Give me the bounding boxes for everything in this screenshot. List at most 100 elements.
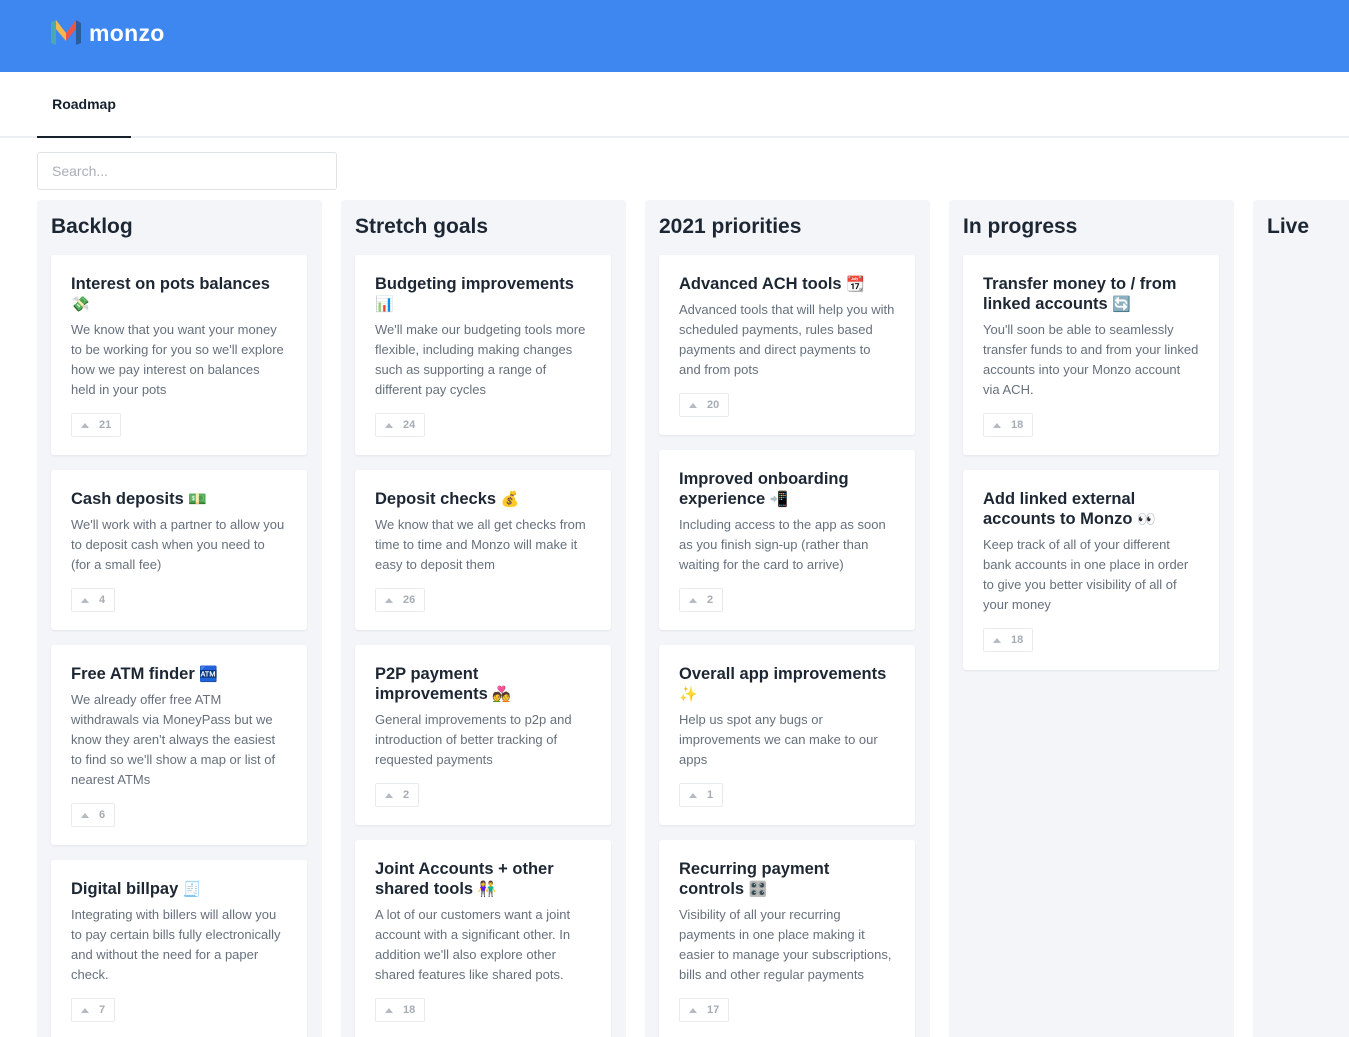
card-list: Transfer money to / from linked accounts…	[963, 255, 1219, 685]
upvote-button[interactable]: 6	[71, 803, 116, 827]
upvote-arrow-icon	[385, 792, 393, 798]
card-description: General improvements to p2p and introduc…	[375, 712, 572, 767]
card-emoji-icon: 📆	[846, 276, 865, 293]
card-description: Advanced tools that will help you with s…	[679, 302, 895, 377]
card-title-text: Add linked external accounts to Monzo	[983, 490, 1136, 528]
vote-count: 18	[1011, 419, 1024, 431]
card-emoji-icon: 📲	[769, 491, 789, 508]
card-emoji-icon: 🏧	[199, 666, 219, 683]
card-title-text: Deposit checks	[375, 490, 497, 508]
upvote-button[interactable]: 18	[983, 628, 1034, 652]
card-title: Digital billpay 🧾	[71, 879, 287, 900]
roadmap-board: Backlog Interest on pots balances 💸 We kno…	[37, 200, 1349, 1037]
card-title: Joint Accounts + other shared tools 👫	[375, 859, 591, 900]
column-in-progress: In progress Transfer money to / from link…	[949, 200, 1234, 1037]
card-list: Advanced ACH tools 📆 Advanced tools that …	[659, 255, 915, 1037]
upvote-arrow-icon	[993, 422, 1001, 428]
card-description: Help us spot any bugs or improvements we…	[679, 712, 878, 767]
roadmap-card[interactable]: P2P payment improvements 💑 General improv…	[355, 645, 611, 825]
card-title: P2P payment improvements 💑	[375, 664, 591, 705]
upvote-button[interactable]: 26	[375, 588, 426, 612]
upvote-button[interactable]: 20	[679, 393, 730, 417]
search-input[interactable]	[37, 152, 337, 190]
upvote-button[interactable]: 18	[375, 998, 426, 1022]
upvote-arrow-icon	[81, 597, 89, 603]
card-title-text: Overall app improvements	[679, 665, 887, 683]
card-emoji-icon: 💰	[500, 491, 520, 508]
upvote-arrow-icon	[385, 1007, 393, 1013]
vote-count: 6	[99, 809, 106, 821]
vote-count: 1	[707, 789, 714, 801]
card-title: Budgeting improvements 📊	[375, 274, 591, 315]
vote-count: 2	[403, 789, 410, 801]
card-emoji-icon: 🎛️	[748, 881, 768, 898]
card-description: We already offer free ATM withdrawals vi…	[71, 692, 276, 787]
card-title: Improved onboarding experience 📲	[679, 469, 895, 510]
roadmap-card[interactable]: Cash deposits 💵 We'll work with a partner…	[51, 470, 307, 630]
card-title-text: Advanced ACH tools	[679, 275, 842, 293]
column-backlog: Backlog Interest on pots balances 💸 We kno…	[37, 200, 322, 1037]
roadmap-card[interactable]: Deposit checks 💰 We know that we all get …	[355, 470, 611, 630]
card-title-text: P2P payment improvements	[375, 665, 488, 703]
monzo-m-icon	[51, 20, 81, 45]
vote-count: 4	[99, 594, 106, 606]
roadmap-card[interactable]: Digital billpay 🧾 Integrating with biller…	[51, 860, 307, 1037]
card-emoji-icon: 💸	[71, 296, 90, 313]
upvote-button[interactable]: 2	[375, 783, 420, 807]
card-title: Overall app improvements ✨	[679, 664, 895, 705]
card-description: We know that you want your money to be w…	[71, 322, 284, 397]
card-description: Including access to the app as soon as y…	[679, 517, 886, 572]
card-title: Interest on pots balances 💸	[71, 274, 287, 315]
roadmap-card[interactable]: Transfer money to / from linked accounts…	[963, 255, 1219, 455]
upvote-arrow-icon	[689, 597, 697, 603]
roadmap-card[interactable]: Free ATM finder 🏧 We already offer free A…	[51, 645, 307, 845]
card-title: Recurring payment controls 🎛️	[679, 859, 895, 900]
card-description: Keep track of all of your different bank…	[983, 537, 1189, 612]
roadmap-card[interactable]: Add linked external accounts to Monzo 👀 K…	[963, 470, 1219, 670]
card-title: Advanced ACH tools 📆	[679, 274, 895, 295]
upvote-button[interactable]: 7	[71, 998, 116, 1022]
tab-bar: Roadmap	[0, 72, 1349, 138]
vote-count: 17	[707, 1004, 720, 1016]
upvote-button[interactable]: 17	[679, 998, 730, 1022]
roadmap-card[interactable]: Budgeting improvements 📊 We'll make our b…	[355, 255, 611, 455]
card-emoji-icon: 💑	[492, 686, 512, 703]
card-description: You'll soon be able to seamlessly transf…	[983, 322, 1199, 397]
roadmap-card[interactable]: Recurring payment controls 🎛️ Visibility …	[659, 840, 915, 1037]
upvote-arrow-icon	[81, 812, 89, 818]
upvote-button[interactable]: 21	[71, 413, 122, 437]
upvote-button[interactable]: 18	[983, 413, 1034, 437]
card-description: We'll make our budgeting tools more flex…	[375, 322, 586, 397]
card-emoji-icon: 💵	[188, 491, 208, 508]
upvote-button[interactable]: 2	[679, 588, 724, 612]
card-title: Transfer money to / from linked accounts…	[983, 274, 1199, 315]
roadmap-card[interactable]: Overall app improvements ✨ Help us spot a…	[659, 645, 915, 825]
card-title-text: Joint Accounts + other shared tools	[375, 860, 554, 898]
roadmap-card[interactable]: Joint Accounts + other shared tools 👫 A l…	[355, 840, 611, 1037]
vote-count: 21	[99, 419, 112, 431]
tab-roadmap[interactable]: Roadmap	[37, 72, 131, 138]
upvote-button[interactable]: 4	[71, 588, 116, 612]
vote-count: 18	[403, 1004, 416, 1016]
card-title: Cash deposits 💵	[71, 489, 287, 510]
roadmap-card[interactable]: Advanced ACH tools 📆 Advanced tools that …	[659, 255, 915, 435]
monzo-logo[interactable]: monzo	[51, 19, 165, 47]
upvote-arrow-icon	[385, 422, 393, 428]
upvote-arrow-icon	[689, 402, 697, 408]
card-emoji-icon: 🔄	[1112, 296, 1131, 313]
roadmap-card[interactable]: Improved onboarding experience 📲 Includin…	[659, 450, 915, 630]
card-emoji-icon: 👫	[477, 881, 497, 898]
upvote-button[interactable]: 24	[375, 413, 426, 437]
card-description: We'll work with a partner to allow you t…	[71, 517, 285, 572]
vote-count: 24	[403, 419, 416, 431]
card-description: We know that we all get checks from time…	[375, 517, 586, 572]
roadmap-card[interactable]: Interest on pots balances 💸 We know that …	[51, 255, 307, 455]
upvote-button[interactable]: 1	[679, 783, 724, 807]
column-title: In progress	[963, 215, 1078, 238]
card-emoji-icon: ✨	[679, 686, 698, 703]
card-title: Free ATM finder 🏧	[71, 664, 287, 685]
top-header: monzo	[0, 0, 1349, 72]
card-title: Add linked external accounts to Monzo 👀	[983, 489, 1199, 530]
vote-count: 2	[707, 594, 714, 606]
card-title-text: Cash deposits	[71, 490, 184, 508]
